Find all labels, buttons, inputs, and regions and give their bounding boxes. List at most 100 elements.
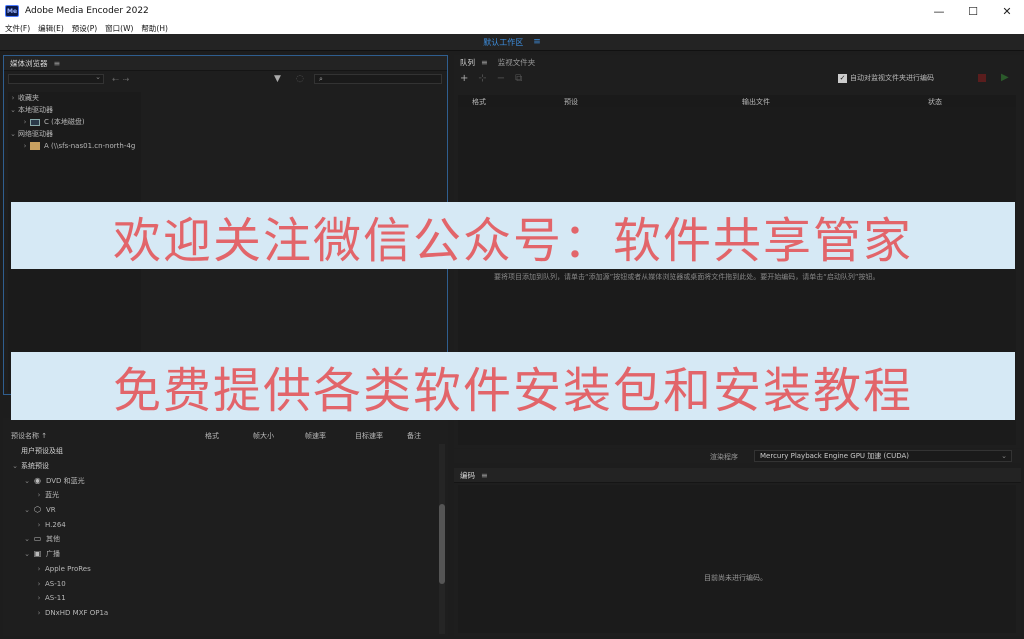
chevron-right-icon[interactable]: ›: [20, 118, 30, 126]
stop-queue-icon[interactable]: [978, 74, 986, 82]
column-output-file[interactable]: 输出文件: [742, 97, 770, 107]
close-button[interactable]: ✕: [990, 0, 1024, 22]
preset-item[interactable]: › 蓝光: [9, 488, 437, 503]
media-browser-toolbar: ⌄ ⇠ ⇢ ▼ ◌ ⌕: [4, 71, 447, 87]
column-frame-size[interactable]: 帧大小: [253, 431, 274, 441]
title-bar: Me Adobe Media Encoder 2022 — ☐ ✕: [0, 0, 1024, 22]
preset-item[interactable]: 用户预设及组: [9, 444, 437, 459]
media-browser-header: 媒体浏览器 ≡: [4, 56, 447, 71]
tree-item[interactable]: ⌄ 网络驱动器: [8, 128, 141, 140]
chevron-right-icon[interactable]: ›: [33, 491, 45, 499]
duplicate-icon[interactable]: ⧉: [515, 73, 522, 84]
preset-scrollbar[interactable]: [439, 444, 445, 634]
preset-item-label: DNxHD MXF OP1a: [45, 608, 109, 617]
scrollbar-thumb[interactable]: [439, 504, 445, 584]
start-queue-icon[interactable]: ▶: [1001, 72, 1009, 83]
preset-item[interactable]: › DNxHD MXF OP1a: [9, 606, 437, 621]
chevron-right-icon[interactable]: ›: [33, 565, 45, 573]
chevron-right-icon[interactable]: ›: [33, 594, 45, 602]
auto-encode-label: 自动对监视文件夹进行编码: [850, 74, 934, 82]
menu-file[interactable]: 文件(F): [0, 23, 33, 34]
media-browser-title[interactable]: 媒体浏览器: [10, 58, 48, 69]
column-comment[interactable]: 备注: [407, 431, 421, 441]
tab-watch-folders[interactable]: 监视文件夹: [498, 57, 536, 68]
minimize-button[interactable]: —: [922, 0, 956, 22]
panel-menu-icon[interactable]: ≡: [481, 471, 488, 480]
preset-item[interactable]: › AS-11: [9, 591, 437, 606]
preset-browser-panel: 预设名称 ↑ 格式 帧大小 帧速率 目标速率 备注 用户预设及组 ⌄ 系统预设 ⌄ ◉ D…: [3, 418, 448, 636]
preset-item[interactable]: ⌄ ▣ 广播: [9, 547, 437, 562]
tab-queue[interactable]: 队列: [460, 57, 475, 68]
queue-empty-hint: 要将项目添加到队列，请单击“添加源”按钮或者从媒体浏览器或桌面将文件拖到此处。要…: [494, 273, 880, 281]
tree-item[interactable]: › C (本地磁盘): [8, 116, 141, 128]
auto-encode-checkbox[interactable]: ✓: [838, 73, 847, 83]
chevron-down-icon[interactable]: ⌄: [21, 550, 33, 558]
preset-item-label: Apple ProRes: [45, 564, 91, 573]
filter-icon[interactable]: ▼: [274, 74, 281, 84]
auto-encode-option[interactable]: ✓ 自动对监视文件夹进行编码: [838, 73, 934, 83]
chevron-down-icon[interactable]: ⌄: [21, 535, 33, 543]
menu-bar: 文件(F) 编辑(E) 预设(P) 窗口(W) 帮助(H): [0, 22, 1024, 34]
preset-item[interactable]: › H.264: [9, 517, 437, 532]
chevron-right-icon[interactable]: ›: [33, 580, 45, 588]
workspace-tab-default[interactable]: 默认工作区: [483, 37, 523, 48]
preset-column-headers: 预设名称 ↑ 格式 帧大小 帧速率 目标速率 备注: [9, 430, 439, 442]
preset-item[interactable]: › AS-10: [9, 576, 437, 591]
location-dropdown[interactable]: ⌄: [8, 73, 104, 84]
preset-item[interactable]: ⌄ ▭ 其他: [9, 532, 437, 547]
chevron-right-icon[interactable]: ›: [20, 142, 30, 150]
queue-tabs: 队列 ≡ 监视文件夹: [454, 55, 1021, 70]
tree-item-label: 收藏夹: [18, 94, 39, 102]
column-status[interactable]: 状态: [928, 97, 942, 107]
column-format[interactable]: 格式: [205, 431, 219, 441]
view-toggle-icon[interactable]: ◌: [296, 74, 304, 84]
forward-arrow-icon[interactable]: ⇢: [123, 75, 130, 84]
chevron-down-icon[interactable]: ⌄: [8, 106, 18, 114]
menu-window[interactable]: 窗口(W): [100, 23, 136, 34]
preset-item[interactable]: ⌄ 系统预设: [9, 459, 437, 474]
chevron-down-icon[interactable]: ⌄: [8, 130, 18, 138]
tree-item[interactable]: ⌄ 本地驱动器: [8, 104, 141, 116]
renderer-dropdown[interactable]: Mercury Playback Engine GPU 加速 (CUDA) ⌄: [754, 450, 1012, 462]
menu-preset[interactable]: 预设(P): [67, 23, 100, 34]
menu-edit[interactable]: 编辑(E): [33, 23, 67, 34]
renderer-bar: 渲染程序 Mercury Playback Engine GPU 加速 (CUD…: [454, 449, 1021, 463]
media-search-input[interactable]: ⌕: [314, 74, 442, 84]
preset-item[interactable]: ⌄ ⬡ VR: [9, 503, 437, 518]
watermark-banner-top: 欢迎关注微信公众号：软件共享管家: [11, 202, 1015, 269]
panel-menu-icon[interactable]: ≡: [481, 58, 488, 67]
maximize-button[interactable]: ☐: [956, 0, 990, 22]
renderer-value: Mercury Playback Engine GPU 加速 (CUDA): [760, 452, 910, 460]
preset-list: 用户预设及组 ⌄ 系统预设 ⌄ ◉ DVD 和蓝光 › 蓝光 ⌄ ⬡ VR › H.264 ⌄ ▭ 其他 ⌄ ▣ 广…: [9, 444, 437, 620]
tree-item[interactable]: › A (\\sfs-nas01.cn-north-4g: [8, 140, 141, 152]
chevron-right-icon[interactable]: ›: [8, 94, 18, 102]
preset-item-label: 蓝光: [45, 491, 59, 500]
tree-item-label: 本地驱动器: [18, 106, 53, 114]
chevron-right-icon[interactable]: ›: [33, 609, 45, 617]
network-drive-icon: [30, 142, 40, 150]
add-output-icon[interactable]: ⊹: [478, 73, 486, 84]
column-queue-preset[interactable]: 预设: [564, 97, 578, 107]
disc-icon: ◉: [34, 475, 41, 485]
chevron-right-icon[interactable]: ›: [33, 521, 45, 529]
column-target-rate[interactable]: 目标速率: [355, 431, 383, 441]
remove-icon[interactable]: −: [497, 73, 505, 84]
panel-menu-icon[interactable]: ≡: [54, 59, 61, 68]
tree-item-label: C (本地磁盘): [44, 118, 85, 126]
add-source-icon[interactable]: +: [460, 73, 468, 84]
column-frame-rate[interactable]: 帧速率: [305, 431, 326, 441]
tree-item[interactable]: › 收藏夹: [8, 92, 141, 104]
preset-item-label: 广播: [46, 550, 60, 559]
workspace-menu-icon[interactable]: ≡: [533, 37, 541, 47]
column-queue-format[interactable]: 格式: [472, 97, 486, 107]
column-preset-name[interactable]: 预设名称 ↑: [11, 431, 47, 441]
menu-help[interactable]: 帮助(H): [136, 23, 171, 34]
back-arrow-icon[interactable]: ⇠: [112, 75, 119, 84]
tree-item-label: A (\\sfs-nas01.cn-north-4g: [44, 142, 136, 150]
chevron-down-icon[interactable]: ⌄: [21, 477, 33, 485]
encoding-title[interactable]: 编码: [460, 470, 475, 481]
preset-item[interactable]: ⌄ ◉ DVD 和蓝光: [9, 473, 437, 488]
chevron-down-icon[interactable]: ⌄: [21, 506, 33, 514]
preset-item[interactable]: › Apple ProRes: [9, 562, 437, 577]
chevron-down-icon[interactable]: ⌄: [9, 462, 21, 470]
